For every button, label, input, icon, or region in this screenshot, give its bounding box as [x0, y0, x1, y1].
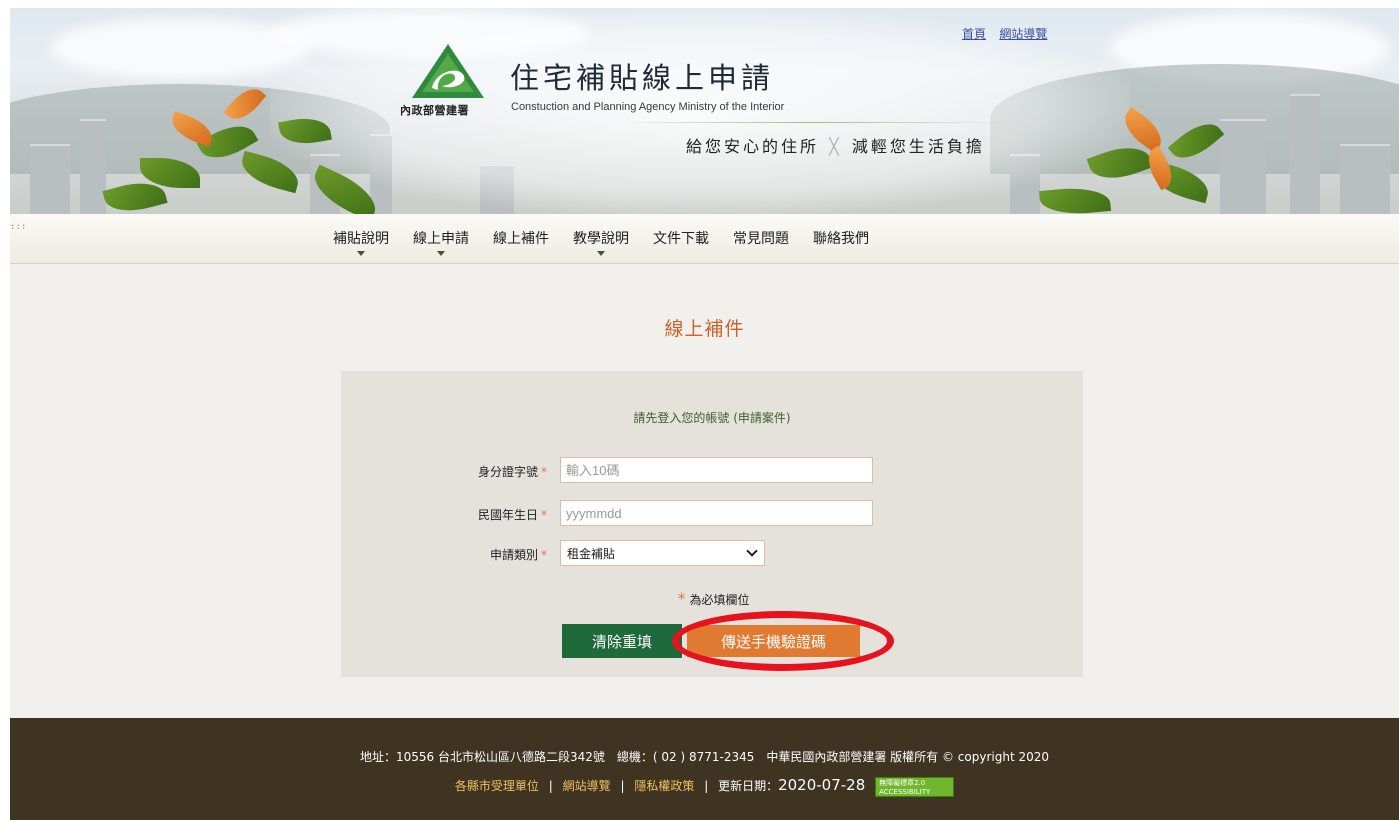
home-link[interactable]: 首頁 — [962, 27, 986, 41]
type-field-label: 申請類別 * — [341, 546, 547, 563]
reset-button[interactable]: 清除重填 — [562, 624, 682, 658]
site-title: 住宅補貼線上申請 — [510, 61, 775, 95]
required-note-text: 為必填欄位 — [689, 593, 750, 607]
skip-nav-marker[interactable]: ::: — [10, 222, 26, 232]
footer-link-units[interactable]: 各縣市受理單位 — [455, 779, 539, 793]
footer-link-sitemap[interactable]: 網站導覽 — [563, 779, 611, 793]
slogan-separator-icon: ╳ — [829, 137, 842, 156]
nav-item-label: 常見問題 — [733, 231, 789, 247]
footer-link-privacy[interactable]: 隱私權政策 — [634, 779, 694, 793]
footer-address: 地址：10556 台北市松山區八德路二段342號 總機：( 02 ) 8771-… — [359, 750, 1050, 764]
id-field-label: 身分證字號 * — [341, 463, 547, 480]
site-subtitle-english: Constuction and Planning Agency Ministry… — [511, 101, 785, 113]
required-mark: * — [541, 508, 547, 522]
birthday-label-text: 民國年生日 — [477, 508, 538, 522]
footer-separator: | — [704, 779, 709, 793]
nav-item-online-supplement[interactable]: 線上補件 — [493, 228, 549, 248]
required-note: * 為必填欄位 — [341, 589, 1083, 608]
nav-item-downloads[interactable]: 文件下載 — [653, 228, 709, 248]
nav-item-label: 教學說明 — [573, 231, 629, 247]
dropdown-caret-icon — [357, 251, 365, 256]
header-banner: 首頁 網站導覽 內政部營建署 住宅補貼線上申請 Constuction and … — [10, 8, 1399, 214]
dropdown-caret-icon — [597, 251, 605, 256]
form-intro-text: 請先登入您的帳號 (申請案件) — [633, 411, 791, 425]
logo-org-name: 內政部營建署 — [400, 104, 469, 117]
slogan-right: 減輕您生活負擔 — [851, 137, 985, 156]
updated-label: 更新日期： — [718, 779, 779, 793]
chevron-down-icon — [746, 545, 758, 557]
slogan-left: 給您安心的住所 — [686, 137, 820, 156]
required-mark: * — [541, 548, 547, 562]
footer-separator: | — [548, 779, 553, 793]
nav-item-contact[interactable]: 聯絡我們 — [813, 228, 869, 248]
slogan: 給您安心的住所 ╳ 減輕您生活負擔 — [686, 133, 985, 157]
nav-item-label: 線上申請 — [413, 231, 469, 247]
nav-item-online-apply[interactable]: 線上申請 — [413, 228, 469, 256]
page-title: 線上補件 — [664, 318, 745, 340]
login-form-panel: 請先登入您的帳號 (申請案件) 身分證字號* 民國年生日* 申請類別* 租金補貼… — [341, 371, 1083, 677]
nav-item-tutorial[interactable]: 教學說明 — [573, 228, 629, 256]
accessibility-badge-icon[interactable]: 無障礙標章2.0 ACCESSIBILITY — [875, 776, 955, 797]
application-type-select[interactable]: 租金補貼 — [560, 540, 765, 566]
nav-item-label: 聯絡我們 — [813, 231, 869, 247]
top-links: 首頁 網站導覽 — [962, 25, 1057, 42]
birthday-input[interactable] — [560, 500, 873, 526]
nav-item-label: 文件下載 — [653, 231, 709, 247]
main-nav: ::: 補貼說明 線上申請 線上補件 教學說明 文件下載 常見問題 聯絡我們 — [10, 214, 1399, 264]
birthday-field-label: 民國年生日 * — [341, 506, 547, 523]
sitemap-link[interactable]: 網站導覽 — [999, 27, 1047, 41]
footer-links: 各縣市受理單位 | 網站導覽 | 隱私權政策 | 更新日期：2020-07-28… — [10, 776, 1399, 797]
page-frame: 首頁 網站導覽 內政部營建署 住宅補貼線上申請 Constuction and … — [10, 8, 1399, 820]
type-label-text: 申請類別 — [489, 548, 538, 562]
required-mark: * — [677, 589, 686, 608]
footer-separator: | — [620, 779, 625, 793]
id-number-input[interactable] — [560, 457, 873, 483]
updated-date: 2020-07-28 — [778, 776, 866, 794]
send-sms-code-button[interactable]: 傳送手機驗證碼 — [687, 625, 860, 657]
required-mark: * — [541, 465, 547, 479]
dropdown-caret-icon — [437, 251, 445, 256]
id-label-text: 身分證字號 — [477, 465, 538, 479]
selected-type: 租金補貼 — [567, 546, 616, 561]
nav-item-faq[interactable]: 常見問題 — [733, 228, 789, 248]
nav-item-label: 線上補件 — [493, 231, 549, 247]
nav-item-subsidy-info[interactable]: 補貼說明 — [333, 228, 389, 256]
nav-item-label: 補貼說明 — [333, 231, 389, 247]
title-divider — [616, 122, 1006, 123]
footer: 地址：10556 台北市松山區八德路二段342號 總機：( 02 ) 8771-… — [10, 718, 1399, 820]
